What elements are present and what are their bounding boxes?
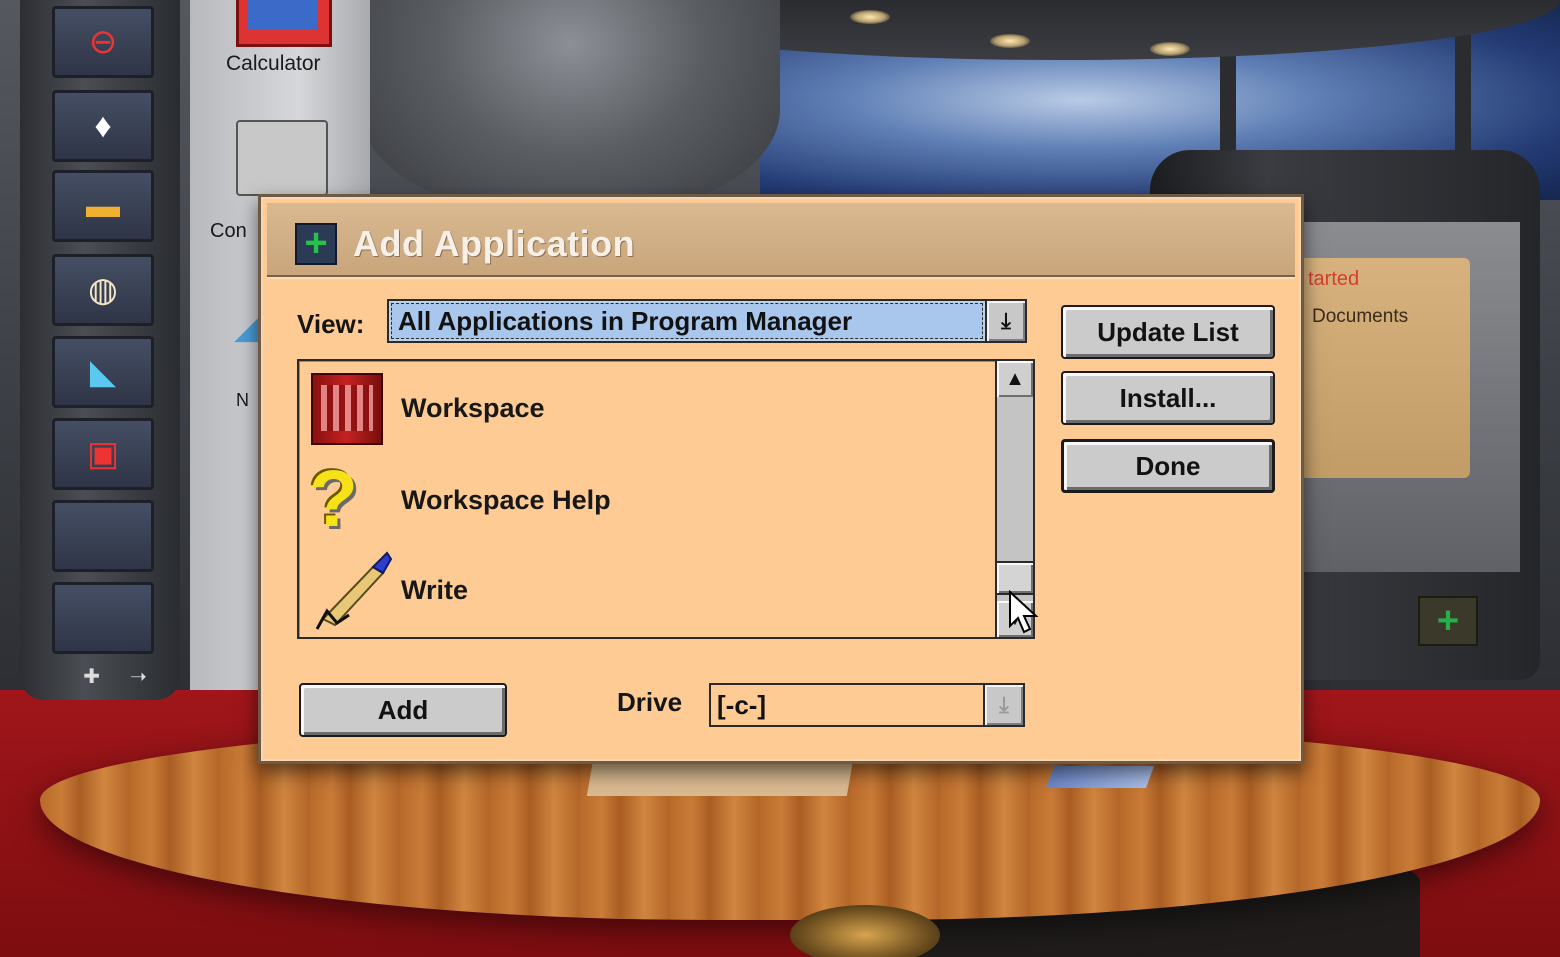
add-plus-icon: + [295, 223, 337, 265]
workspace-icon [307, 367, 389, 449]
drive-label: Drive [617, 687, 683, 717]
add-button[interactable]: Add [299, 683, 507, 737]
desk-disk-icon[interactable] [1045, 766, 1155, 788]
drive-select-value[interactable]: [-c-] [711, 685, 983, 725]
rack-tools-icon[interactable]: ▬ [52, 170, 154, 242]
done-button[interactable]: Done [1061, 439, 1275, 493]
list-item-label: Workspace [401, 392, 545, 423]
install-button[interactable]: Install... [1061, 371, 1275, 425]
rack-palette-icon[interactable]: ◍ [52, 254, 154, 326]
add-application-dialog: + Add Application View: All Applications… [258, 194, 1304, 764]
view-dropdown-arrow-icon[interactable]: ⤓ [985, 301, 1025, 341]
calculator-icon[interactable] [236, 0, 332, 47]
view-label: View: [297, 309, 365, 339]
dialog-content: View: All Applications in Program Manage… [267, 277, 1295, 755]
desk-knob [790, 905, 940, 957]
rack-empty-slot[interactable] [52, 582, 154, 654]
help-icon: ? [309, 454, 358, 543]
ceiling-light [850, 10, 890, 24]
dialog-title: Add Application [353, 223, 636, 264]
mouse-cursor-icon [1009, 590, 1039, 634]
add-application-icon[interactable]: + [1418, 596, 1478, 646]
control-panel-icon[interactable] [236, 120, 328, 196]
rack-empty-slot[interactable] [52, 500, 154, 572]
drive-select[interactable]: [-c-] ⤓ [709, 683, 1025, 727]
update-list-button[interactable]: Update List [1061, 305, 1275, 359]
desk-paper[interactable] [586, 760, 854, 796]
ceiling-light [1150, 42, 1190, 56]
drive-dropdown-arrow-icon[interactable]: ⤓ [983, 685, 1023, 725]
arrow-icon[interactable]: ➝ [130, 664, 147, 688]
tool-rack: ⊖ ♦ ▬ ◍ ◣ ▣ ✚ ➝ [20, 0, 180, 700]
folder-label: Documents [1312, 306, 1409, 327]
control-panel-label[interactable]: Con [210, 220, 247, 243]
application-list[interactable]: Workspace ? Workspace Help Write [297, 359, 1031, 639]
rack-cards-icon[interactable]: ♦ [52, 90, 154, 162]
calculator-label[interactable]: Calculator [226, 52, 321, 76]
partial-label: N [236, 390, 249, 410]
view-select[interactable]: All Applications in Program Manager ⤓ [387, 299, 1027, 343]
folder-title: tarted [1308, 268, 1360, 290]
list-item-label: Write [401, 574, 469, 605]
rack-floppy-icon[interactable]: ▣ [52, 418, 154, 490]
rack-mail-icon[interactable]: ⊖ [52, 6, 154, 78]
dialog-titlebar[interactable]: + Add Application [267, 203, 1295, 277]
view-select-value[interactable]: All Applications in Program Manager [391, 303, 983, 339]
scroll-up-arrow-icon[interactable]: ▲ [997, 361, 1033, 397]
list-item[interactable]: Workspace [307, 365, 977, 451]
list-item-label: Workspace Help [401, 484, 611, 515]
write-icon [307, 549, 393, 631]
list-item[interactable]: Write [307, 547, 977, 633]
plus-icon[interactable]: ✚ [83, 664, 100, 688]
dome-lamp [360, 0, 780, 220]
rack-saw-icon[interactable]: ◣ [52, 336, 154, 408]
documents-folder[interactable] [1300, 258, 1470, 478]
rack-controls[interactable]: ✚ ➝ [60, 664, 170, 688]
list-item[interactable]: ? Workspace Help [307, 457, 977, 543]
ceiling-light [990, 34, 1030, 48]
